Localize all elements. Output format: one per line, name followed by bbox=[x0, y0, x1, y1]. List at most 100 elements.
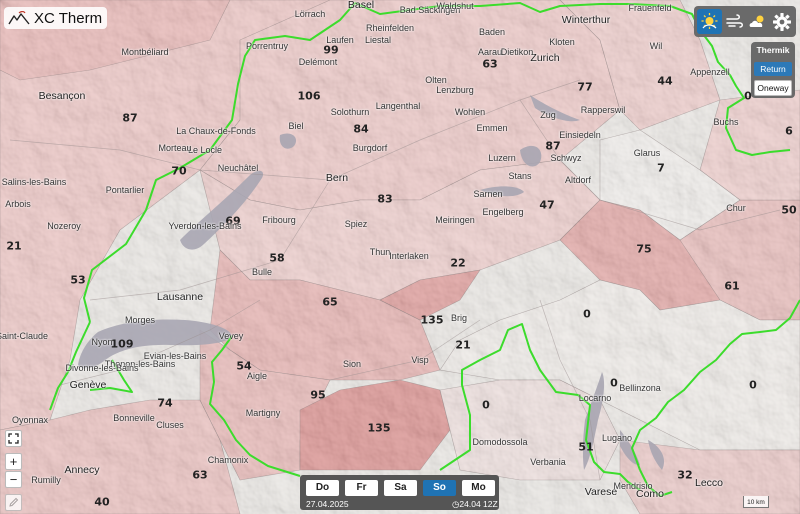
city-label: Divonne-les-Bains bbox=[65, 363, 139, 373]
region-value[interactable]: 7 bbox=[657, 162, 665, 175]
city-label: Chur bbox=[726, 203, 746, 213]
region-value[interactable]: 0 bbox=[610, 377, 618, 390]
region-value[interactable]: 61 bbox=[724, 280, 739, 293]
city-label: Meiringen bbox=[435, 215, 475, 225]
region-value[interactable]: 75 bbox=[636, 243, 651, 256]
wind-layer-button[interactable] bbox=[722, 9, 747, 34]
day-button-do[interactable]: Do bbox=[306, 480, 339, 496]
zoom-in-button[interactable]: + bbox=[5, 453, 22, 470]
region-value[interactable]: 87 bbox=[122, 112, 137, 125]
city-label: Lausanne bbox=[156, 291, 204, 303]
city-label: Bern bbox=[325, 172, 349, 184]
mountain-logo-icon bbox=[8, 11, 30, 25]
city-label: Nozeroy bbox=[47, 221, 81, 231]
region-value[interactable]: 135 bbox=[368, 422, 391, 435]
city-label: Engelberg bbox=[482, 207, 524, 217]
zoom-out-button[interactable]: − bbox=[5, 471, 22, 488]
region-value[interactable]: 135 bbox=[421, 314, 444, 327]
region-value[interactable]: 47 bbox=[539, 199, 554, 212]
region-value[interactable]: 21 bbox=[6, 240, 21, 253]
region-value[interactable]: 0 bbox=[583, 308, 591, 321]
region-value[interactable]: 58 bbox=[269, 252, 284, 265]
city-label: Luzern bbox=[488, 153, 516, 163]
city-label: Langenthal bbox=[375, 101, 421, 111]
region-value[interactable]: 40 bbox=[94, 496, 109, 509]
region-value[interactable]: 53 bbox=[70, 274, 85, 287]
region-value[interactable]: 84 bbox=[353, 123, 368, 136]
city-label: Saint-Claude bbox=[0, 331, 49, 341]
cloud-sun-icon bbox=[749, 15, 763, 27]
thermal-sun-icon bbox=[701, 13, 718, 29]
scale-bar: 10 km bbox=[743, 496, 769, 508]
settings-button[interactable] bbox=[769, 9, 794, 34]
city-label: Basel bbox=[347, 0, 375, 11]
region-value[interactable]: 87 bbox=[545, 140, 560, 153]
city-label: Bonneville bbox=[113, 413, 155, 423]
region-value[interactable]: 70 bbox=[171, 165, 186, 178]
region-value[interactable]: 74 bbox=[157, 397, 172, 410]
city-label: Aigle bbox=[246, 371, 268, 381]
region-value[interactable]: 106 bbox=[298, 90, 321, 103]
day-button-sa[interactable]: Sa bbox=[384, 480, 417, 496]
region-value[interactable]: 95 bbox=[310, 389, 325, 402]
region-value[interactable]: 109 bbox=[111, 338, 134, 351]
city-label: Schwyz bbox=[550, 153, 582, 163]
city-label: Verbania bbox=[530, 457, 566, 467]
city-label: Olten bbox=[425, 75, 447, 85]
day-button-so[interactable]: So bbox=[423, 480, 456, 496]
draw-button[interactable] bbox=[5, 494, 22, 511]
city-label: Annecy bbox=[64, 464, 100, 476]
city-label: Cluses bbox=[156, 420, 184, 430]
city-label: Porrentruy bbox=[245, 41, 289, 51]
region-value[interactable]: 51 bbox=[578, 441, 593, 454]
region-value[interactable]: 50 bbox=[781, 204, 796, 217]
city-label: Burgdorf bbox=[352, 143, 388, 153]
city-label: Brig bbox=[450, 313, 468, 323]
city-label: Einsiedeln bbox=[559, 130, 601, 140]
city-label: Zurich bbox=[530, 52, 560, 64]
top-toolbar bbox=[694, 6, 796, 37]
city-label: La Chaux-de-Fonds bbox=[176, 126, 256, 136]
region-value[interactable]: 65 bbox=[322, 296, 337, 309]
region-value[interactable]: 0 bbox=[749, 379, 757, 392]
region-value[interactable]: 77 bbox=[577, 81, 592, 94]
city-label: Lugano bbox=[601, 433, 633, 443]
region-value[interactable]: 44 bbox=[657, 75, 672, 88]
region-value[interactable]: 63 bbox=[192, 469, 207, 482]
city-label: Kloten bbox=[549, 37, 575, 47]
city-label: Pontarlier bbox=[105, 185, 145, 195]
city-label: Besançon bbox=[38, 90, 86, 102]
region-value[interactable]: 22 bbox=[450, 257, 465, 270]
city-label: Wil bbox=[649, 41, 663, 51]
region-value[interactable]: 99 bbox=[323, 44, 338, 57]
city-label: Frauenfeld bbox=[628, 3, 672, 13]
thermal-layer-button[interactable] bbox=[697, 9, 722, 34]
day-button-mo[interactable]: Mo bbox=[462, 480, 495, 496]
city-label: Aarau bbox=[477, 47, 503, 57]
city-label: Rheinfelden bbox=[365, 23, 415, 33]
day-button-fr[interactable]: Fr bbox=[345, 480, 378, 496]
region-value[interactable]: 6 bbox=[785, 125, 793, 138]
app-logo[interactable]: XC Therm bbox=[4, 7, 108, 29]
region-value[interactable]: 83 bbox=[377, 193, 392, 206]
city-label: Morteau bbox=[158, 143, 192, 153]
city-label: Chamonix bbox=[207, 455, 249, 465]
city-label: Delémont bbox=[298, 57, 338, 67]
region-value[interactable]: 32 bbox=[677, 469, 692, 482]
city-label: Baden bbox=[478, 27, 506, 37]
oneway-mode-button[interactable]: Oneway bbox=[754, 80, 792, 96]
city-label: Zug bbox=[540, 110, 556, 120]
wind-icon bbox=[726, 14, 743, 28]
city-label: Yverdon-les-Bains bbox=[168, 221, 242, 231]
weather-layer-button[interactable] bbox=[745, 9, 770, 34]
city-label: Altdorf bbox=[564, 175, 592, 185]
city-label: Liestal bbox=[364, 35, 392, 45]
city-label: Sion bbox=[342, 359, 362, 369]
region-value[interactable]: 63 bbox=[482, 58, 497, 71]
city-label: Spiez bbox=[344, 219, 368, 229]
return-mode-button[interactable]: Return bbox=[754, 62, 792, 76]
region-value[interactable]: 21 bbox=[455, 339, 470, 352]
city-label: Buchs bbox=[713, 117, 739, 127]
fullscreen-button[interactable] bbox=[5, 430, 22, 447]
region-value[interactable]: 0 bbox=[482, 399, 490, 412]
